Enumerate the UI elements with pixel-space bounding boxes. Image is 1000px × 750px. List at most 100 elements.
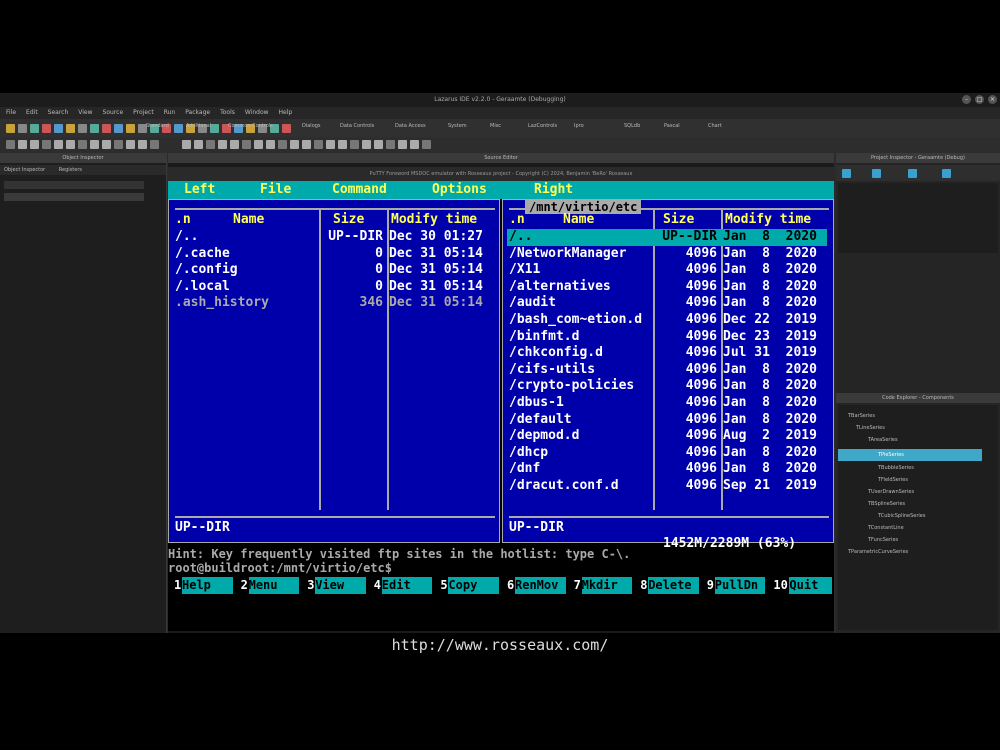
inspector-field[interactable] <box>4 193 144 201</box>
mc-menu-item[interactable]: Right <box>534 181 573 199</box>
menu-item[interactable]: Help <box>279 109 293 116</box>
tree-item[interactable]: TAreaSeries <box>868 437 898 443</box>
component-icon[interactable] <box>126 140 135 149</box>
component-tab[interactable]: Misc <box>490 123 501 129</box>
component-tab[interactable]: Standard <box>146 123 169 129</box>
tree-item[interactable]: TUserDrawnSeries <box>868 489 914 495</box>
tree-item[interactable]: TBSplineSeries <box>868 501 905 507</box>
component-tab[interactable]: SQLdb <box>624 123 640 129</box>
component-tab[interactable]: Ipro <box>574 123 584 129</box>
menu-item[interactable]: View <box>78 109 92 116</box>
component-tab[interactable]: System <box>448 123 467 129</box>
component-tab[interactable]: Chart <box>708 123 722 129</box>
component-icon[interactable] <box>302 140 311 149</box>
component-icon[interactable] <box>410 140 419 149</box>
file-row[interactable]: /.. UP--DIR Dec 30 01:27 <box>173 229 493 246</box>
minimize-icon[interactable]: – <box>962 95 971 104</box>
function-key-5[interactable]: 5 Copy <box>434 577 501 594</box>
file-row[interactable]: /chkconfig.d 4096 Jul 31 2019 <box>507 345 827 362</box>
file-row[interactable]: /default 4096 Jan 8 2020 <box>507 412 827 429</box>
component-tab[interactable]: Common Controls <box>228 123 273 129</box>
menu-item[interactable]: Package <box>185 109 210 116</box>
close-icon[interactable]: × <box>988 95 997 104</box>
component-icon[interactable] <box>6 140 15 149</box>
toolbar-button-icon[interactable] <box>54 124 63 133</box>
toolbar-button-icon[interactable] <box>90 124 99 133</box>
tree-item[interactable]: TCubicSplineSeries <box>878 513 925 519</box>
tree-item[interactable]: TConstantLine <box>868 525 904 531</box>
component-tab[interactable]: Dialogs <box>302 123 321 129</box>
component-icon[interactable] <box>398 140 407 149</box>
inspector-field[interactable] <box>4 181 144 189</box>
file-row[interactable]: /dnf 4096 Jan 8 2020 <box>507 461 827 478</box>
help-icon[interactable] <box>942 169 951 178</box>
tree-item-selected[interactable]: TPieSeries <box>838 449 982 461</box>
component-icon[interactable] <box>314 140 323 149</box>
component-icon[interactable] <box>138 140 147 149</box>
component-icon[interactable] <box>290 140 299 149</box>
menu-item[interactable]: Project <box>133 109 154 116</box>
toolbar-button-icon[interactable] <box>78 124 87 133</box>
tab-registers[interactable]: Registers <box>59 167 82 173</box>
component-icon[interactable] <box>278 140 287 149</box>
component-icon[interactable] <box>66 140 75 149</box>
component-icon[interactable] <box>266 140 275 149</box>
function-key-7[interactable]: 7 Mkdir <box>568 577 635 594</box>
component-icon[interactable] <box>90 140 99 149</box>
file-row[interactable]: /.local 0 Dec 31 05:14 <box>173 279 493 296</box>
tree-item[interactable]: TLineSeries <box>856 425 885 431</box>
file-row[interactable]: /alternatives 4096 Jan 8 2020 <box>507 279 827 296</box>
toolbar-button-icon[interactable] <box>42 124 51 133</box>
shell-prompt[interactable]: root@buildroot:/mnt/virtio/etc$ <box>168 559 834 577</box>
file-row[interactable]: /depmod.d 4096 Aug 2 2019 <box>507 428 827 445</box>
component-icon[interactable] <box>54 140 63 149</box>
add-icon[interactable] <box>842 169 851 178</box>
menu-item[interactable]: Run <box>164 109 176 116</box>
component-icon[interactable] <box>326 140 335 149</box>
toolbar-button-icon[interactable] <box>6 124 15 133</box>
right-file-panel[interactable]: /mnt/virtio/etc .n Name Size Modify time… <box>502 199 834 551</box>
left-file-panel[interactable]: .n Name Size Modify time /.. UP--DIR Dec 3… <box>168 199 500 543</box>
component-tab[interactable]: Additional <box>186 123 211 129</box>
maximize-icon[interactable]: □ <box>975 95 984 104</box>
file-row[interactable]: /X11 4096 Jan 8 2020 <box>507 262 827 279</box>
tree-item[interactable]: TBarSeries <box>848 413 875 419</box>
function-key-9[interactable]: 9 PullDn <box>701 577 768 594</box>
function-key-8[interactable]: 8 Delete <box>634 577 701 594</box>
file-row[interactable]: .ash_history 346 Dec 31 05:14 <box>173 295 493 312</box>
component-icon[interactable] <box>242 140 251 149</box>
component-icon[interactable] <box>386 140 395 149</box>
component-tab[interactable]: Data Access <box>395 123 426 129</box>
tree-item[interactable]: TFuncSeries <box>868 537 898 543</box>
file-row[interactable]: /NetworkManager 4096 Jan 8 2020 <box>507 246 827 263</box>
toolbar-button-icon[interactable] <box>126 124 135 133</box>
mc-menu-item[interactable]: Command <box>332 181 387 199</box>
menu-item[interactable]: File <box>6 109 16 116</box>
options-icon[interactable] <box>908 169 917 178</box>
file-row[interactable]: /dracut.conf.d 4096 Sep 21 2019 <box>507 478 827 495</box>
mc-menu-item[interactable]: Left <box>184 181 215 199</box>
component-icon[interactable] <box>254 140 263 149</box>
file-row[interactable]: /cifs-utils 4096 Jan 8 2020 <box>507 362 827 379</box>
file-row[interactable]: /dbus-1 4096 Jan 8 2020 <box>507 395 827 412</box>
terminal[interactable]: Left File Command Options Right .n Name Size… <box>168 181 834 631</box>
component-icon[interactable] <box>338 140 347 149</box>
file-row[interactable]: /.cache 0 Dec 31 05:14 <box>173 246 493 263</box>
function-key-4[interactable]: 4 Edit <box>368 577 435 594</box>
component-icon[interactable] <box>182 140 191 149</box>
menu-item[interactable]: Edit <box>26 109 38 116</box>
file-row[interactable]: /.config 0 Dec 31 05:14 <box>173 262 493 279</box>
component-tab[interactable]: Data Controls <box>340 123 374 129</box>
file-row[interactable]: /audit 4096 Jan 8 2020 <box>507 295 827 312</box>
component-icon[interactable] <box>30 140 39 149</box>
function-key-1[interactable]: 1 Help <box>168 577 235 594</box>
function-key-3[interactable]: 3 View <box>301 577 368 594</box>
file-row[interactable]: /binfmt.d 4096 Dec 23 2019 <box>507 329 827 346</box>
menu-item[interactable]: Tools <box>220 109 235 116</box>
tab-object-inspector[interactable]: Object Inspector <box>4 167 45 173</box>
mc-menu-item[interactable]: File <box>260 181 291 199</box>
component-icon[interactable] <box>206 140 215 149</box>
file-row[interactable]: /crypto-policies 4096 Jan 8 2020 <box>507 378 827 395</box>
toolbar-button-icon[interactable] <box>210 124 219 133</box>
file-row[interactable]: /dhcp 4096 Jan 8 2020 <box>507 445 827 462</box>
